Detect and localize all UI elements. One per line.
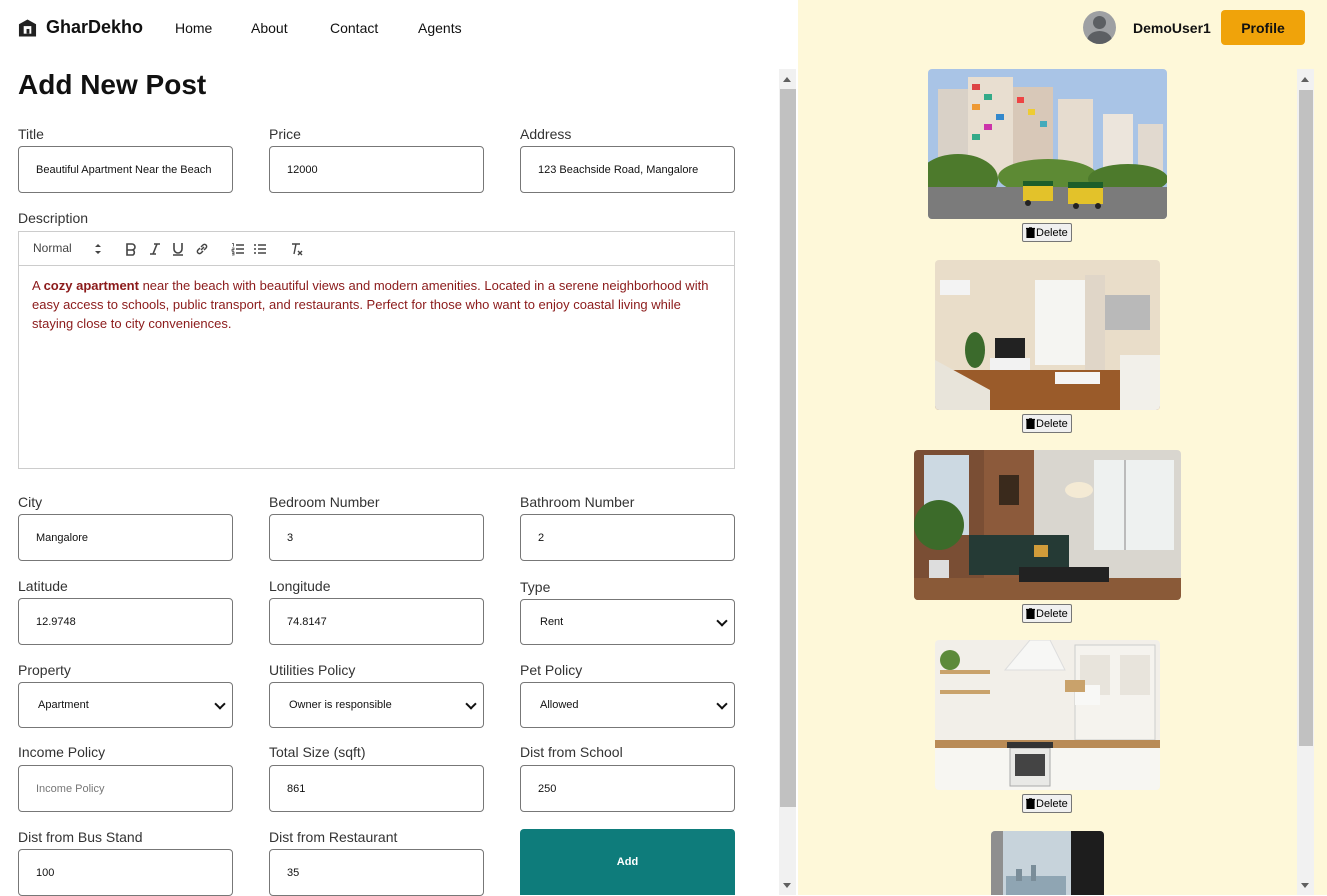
- chevron-down-icon: [716, 615, 728, 627]
- scroll-down-icon[interactable]: [783, 883, 791, 888]
- delete-image-button[interactable]: Delete: [1022, 604, 1072, 623]
- type-select[interactable]: Rent: [520, 599, 735, 645]
- description-text: A cozy apartment near the beach with bea…: [32, 276, 722, 333]
- bedroom-input[interactable]: 3: [269, 514, 484, 561]
- delete-label: Delete: [1036, 226, 1068, 239]
- delete-label: Delete: [1036, 797, 1068, 810]
- longitude-input[interactable]: 74.8147: [269, 598, 484, 645]
- bedroom-label: Bedroom Number: [269, 494, 380, 510]
- description-editor[interactable]: A cozy apartment near the beach with bea…: [18, 265, 735, 469]
- income-input[interactable]: Income Policy: [18, 765, 233, 812]
- size-label: Total Size (sqft): [269, 744, 366, 760]
- italic-icon[interactable]: [148, 242, 162, 256]
- images-scrollbar[interactable]: [1297, 69, 1314, 895]
- address-input[interactable]: 123 Beachside Road, Mangalore: [520, 146, 735, 193]
- longitude-label: Longitude: [269, 578, 331, 594]
- property-select[interactable]: Apartment: [18, 682, 233, 728]
- restaurant-input[interactable]: 35: [269, 849, 484, 896]
- latitude-label: Latitude: [18, 578, 68, 594]
- title-input[interactable]: Beautiful Apartment Near the Beach: [18, 146, 233, 193]
- size-input[interactable]: 861: [269, 765, 484, 812]
- bathroom-label: Bathroom Number: [520, 494, 635, 510]
- format-select[interactable]: Normal: [33, 241, 72, 255]
- property-image: [935, 640, 1160, 790]
- brand-logo[interactable]: GharDekho: [18, 17, 143, 38]
- chevron-down-icon: [465, 698, 477, 710]
- house-logo-icon: [18, 18, 37, 37]
- bathroom-input[interactable]: 2: [520, 514, 735, 561]
- editor-toolbar: Normal: [18, 231, 735, 266]
- nav-home[interactable]: Home: [175, 20, 212, 36]
- latitude-input[interactable]: 12.9748: [18, 598, 233, 645]
- scroll-up-icon[interactable]: [783, 77, 791, 82]
- description-text-start: A: [32, 278, 44, 293]
- nav-contact[interactable]: Contact: [330, 20, 378, 36]
- images-scrollbar-thumb[interactable]: [1299, 90, 1313, 746]
- underline-icon[interactable]: [171, 242, 185, 256]
- delete-label: Delete: [1036, 417, 1068, 430]
- username: DemoUser1: [1133, 20, 1211, 36]
- type-select-value: Rent: [540, 616, 564, 628]
- property-image: [928, 69, 1167, 219]
- property-image: [935, 260, 1160, 410]
- description-label: Description: [18, 210, 89, 226]
- school-input[interactable]: 250: [520, 765, 735, 812]
- utilities-select[interactable]: Owner is responsible: [269, 682, 484, 728]
- add-button[interactable]: Add: [520, 829, 735, 895]
- income-label: Income Policy: [18, 744, 106, 760]
- restaurant-label: Dist from Restaurant: [269, 829, 398, 845]
- delete-label: Delete: [1036, 607, 1068, 620]
- ordered-list-icon[interactable]: [231, 242, 245, 256]
- clear-format-icon[interactable]: [290, 242, 304, 256]
- pet-label: Pet Policy: [520, 662, 583, 678]
- city-label: City: [18, 494, 43, 510]
- trash-icon: [1026, 608, 1035, 619]
- property-image: [991, 831, 1104, 895]
- address-label: Address: [520, 126, 572, 142]
- scroll-up-icon[interactable]: [1301, 77, 1309, 82]
- price-input[interactable]: 12000: [269, 146, 484, 193]
- price-label: Price: [269, 126, 301, 142]
- bus-input[interactable]: 100: [18, 849, 233, 896]
- delete-image-button[interactable]: Delete: [1022, 223, 1072, 242]
- trash-icon: [1026, 227, 1035, 238]
- trash-icon: [1026, 418, 1035, 429]
- title-label: Title: [18, 126, 44, 142]
- user-avatar-wrap: [1083, 11, 1116, 44]
- format-dropdown-icon[interactable]: [93, 242, 103, 256]
- description-text-bold: cozy apartment: [43, 278, 139, 293]
- type-label: Type: [520, 579, 551, 595]
- bus-label: Dist from Bus Stand: [18, 829, 143, 845]
- bold-icon[interactable]: [124, 242, 138, 256]
- page-title: Add New Post: [18, 69, 207, 100]
- property-select-value: Apartment: [38, 699, 89, 711]
- avatar[interactable]: [1083, 11, 1116, 44]
- bullet-list-icon[interactable]: [253, 242, 267, 256]
- utilities-label: Utilities Policy: [269, 662, 356, 678]
- nav-about[interactable]: About: [251, 20, 288, 36]
- pet-select-value: Allowed: [540, 699, 579, 711]
- utilities-select-value: Owner is responsible: [289, 699, 392, 711]
- property-image: [914, 450, 1181, 600]
- pet-select[interactable]: Allowed: [520, 682, 735, 728]
- city-input[interactable]: Mangalore: [18, 514, 233, 561]
- scroll-down-icon[interactable]: [1301, 883, 1309, 888]
- form-scrollbar-thumb[interactable]: [780, 89, 796, 807]
- chevron-down-icon: [716, 698, 728, 710]
- form-scrollbar[interactable]: [779, 69, 796, 895]
- brand-name: GharDekho: [46, 17, 144, 37]
- trash-icon: [1026, 798, 1035, 809]
- school-label: Dist from School: [520, 744, 623, 760]
- delete-image-button[interactable]: Delete: [1022, 794, 1072, 813]
- delete-image-button[interactable]: Delete: [1022, 414, 1072, 433]
- property-label: Property: [18, 662, 71, 678]
- profile-button[interactable]: Profile: [1221, 10, 1305, 45]
- nav-agents[interactable]: Agents: [418, 20, 462, 36]
- chevron-down-icon: [214, 698, 226, 710]
- link-icon[interactable]: [195, 242, 209, 256]
